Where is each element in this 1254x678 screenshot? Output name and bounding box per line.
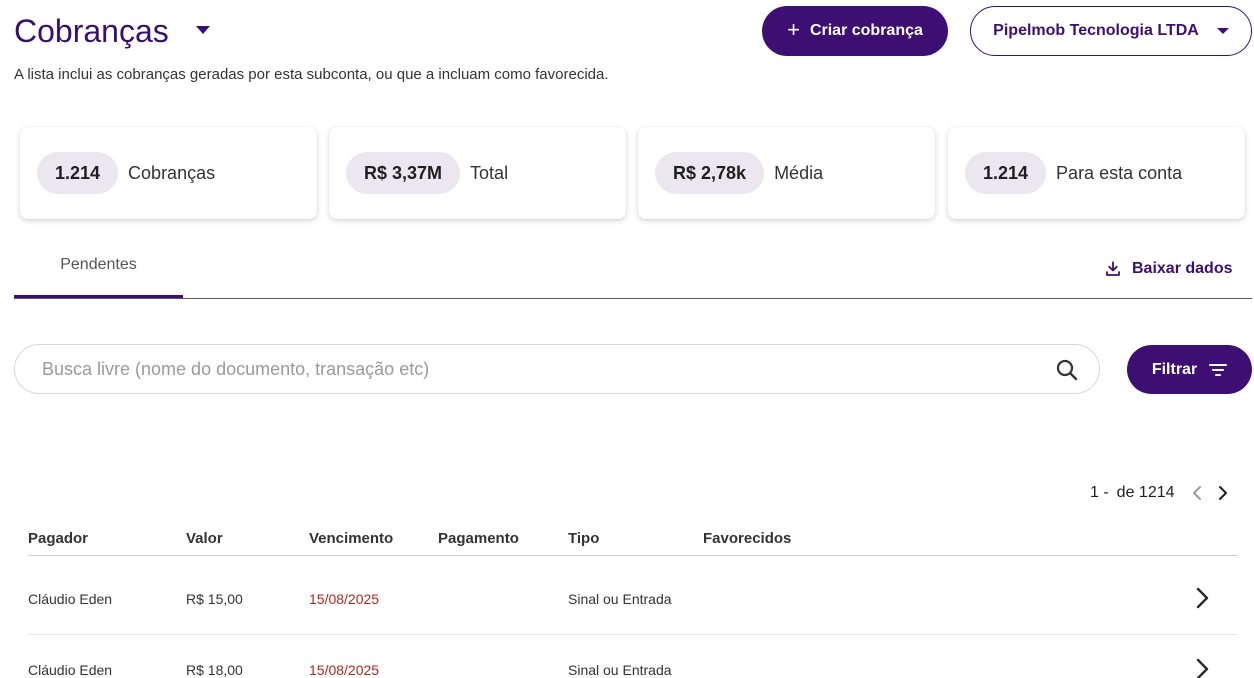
cell-pagador: Cláudio Eden	[28, 591, 113, 607]
search-box	[14, 344, 1100, 394]
plus-icon: +	[787, 17, 800, 42]
row-chevron-right-icon[interactable]	[1194, 586, 1210, 610]
cell-tipo: Sinal ou Entrada	[568, 591, 672, 607]
stat-label: Cobranças	[128, 162, 216, 183]
title-chevron-down-icon[interactable]	[196, 26, 210, 34]
row-chevron-right-icon[interactable]	[1194, 657, 1210, 678]
column-header-tipo[interactable]: Tipo	[568, 530, 599, 547]
page-subtitle: A lista inclui as cobranças geradas por …	[14, 66, 609, 83]
download-data-button[interactable]: Baixar dados	[1104, 256, 1232, 282]
pagination-total: de 1214	[1116, 484, 1175, 501]
column-header-pagador[interactable]: Pagador	[28, 530, 88, 547]
column-header-valor[interactable]: Valor	[186, 530, 223, 547]
pagination: 1 - de 1214	[1090, 484, 1229, 502]
column-header-vencimento[interactable]: Vencimento	[309, 530, 393, 547]
column-header-pagamento[interactable]: Pagamento	[438, 530, 519, 547]
chevron-left-icon[interactable]	[1191, 485, 1203, 501]
stat-label: Média	[774, 162, 824, 183]
stat-value: 1.214	[37, 152, 119, 194]
table-row-divider	[28, 634, 1238, 635]
download-data-label: Baixar dados	[1132, 260, 1233, 277]
stat-card-total: R$ 3,37M Total	[329, 127, 626, 219]
cell-valor: R$ 18,00	[186, 662, 243, 678]
stat-value: R$ 2,78k	[655, 152, 765, 194]
cell-tipo: Sinal ou Entrada	[568, 662, 672, 678]
filter-icon	[1209, 363, 1228, 376]
column-header-favorecidos[interactable]: Favorecidos	[703, 530, 791, 547]
search-icon[interactable]	[1055, 358, 1079, 382]
account-selector-label: Pipelmob Tecnologia LTDA	[993, 22, 1199, 39]
create-charge-label: Criar cobrança	[809, 22, 923, 39]
cell-vencimento: 15/08/2025	[309, 662, 380, 678]
stat-card-count: 1.214 Cobranças	[20, 127, 317, 219]
search-input[interactable]	[40, 357, 1024, 381]
stat-label: Total	[470, 162, 509, 183]
stat-value: R$ 3,37M	[346, 152, 461, 194]
cell-pagador: Cláudio Eden	[28, 662, 113, 678]
filter-label: Filtrar	[1151, 360, 1198, 378]
stat-label: Para esta conta	[1056, 162, 1183, 183]
pagination-range: 1 -	[1090, 484, 1109, 501]
stat-value: 1.214	[965, 152, 1047, 194]
chevron-down-icon	[1216, 28, 1229, 34]
download-icon	[1106, 261, 1120, 276]
table-header-divider	[28, 555, 1238, 556]
page-title: Cobranças	[14, 13, 169, 49]
stat-card-average: R$ 2,78k Média	[638, 127, 935, 219]
create-charge-button[interactable]: + Criar cobrança	[762, 6, 948, 56]
chevron-right-icon[interactable]	[1217, 485, 1229, 501]
filter-button[interactable]: Filtrar	[1127, 345, 1252, 394]
cell-vencimento: 15/08/2025	[309, 591, 380, 607]
stat-card-this-account: 1.214 Para esta conta	[948, 127, 1245, 219]
account-selector-button[interactable]: Pipelmob Tecnologia LTDA	[970, 6, 1252, 56]
tab-divider	[14, 298, 1252, 299]
tab-pendentes[interactable]: Pendentes	[14, 248, 183, 298]
cell-valor: R$ 15,00	[186, 591, 243, 607]
